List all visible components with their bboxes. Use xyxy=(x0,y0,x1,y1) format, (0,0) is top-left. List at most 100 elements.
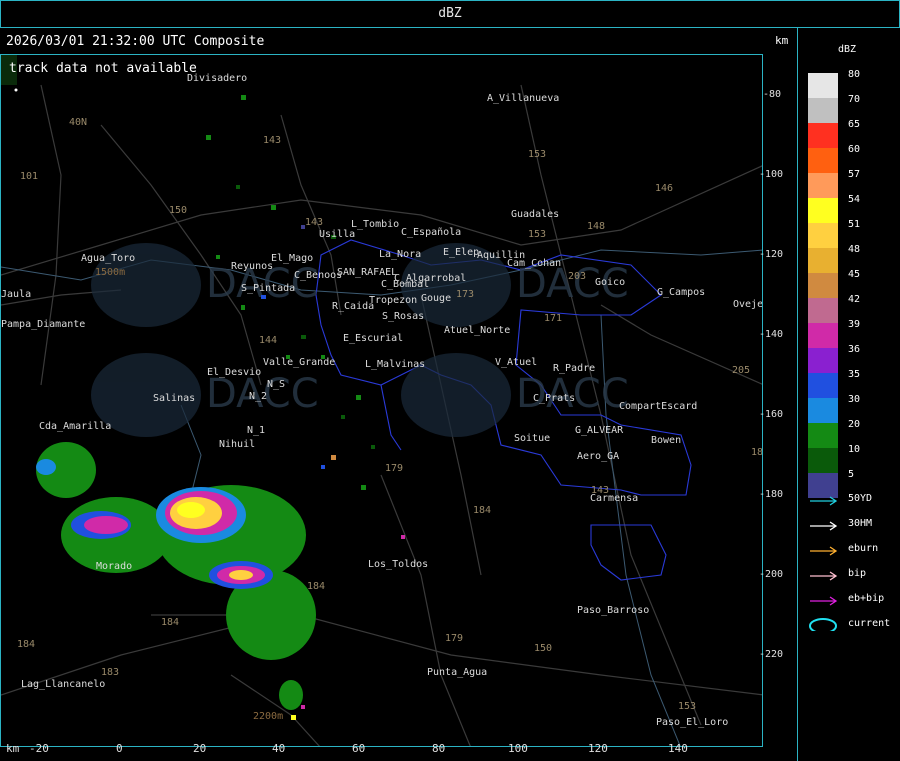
road-number: 203 xyxy=(568,271,587,282)
legend-value: 45 xyxy=(848,269,861,280)
radar-map-panel: 2026/03/01 21:32:00 UTC Composite km DAC… xyxy=(0,28,798,761)
place-label: C_Prats xyxy=(533,393,576,404)
road-number: 184 xyxy=(17,639,36,650)
track-arrow-icon xyxy=(810,546,838,556)
road-number: 153 xyxy=(678,701,697,712)
legend-swatch xyxy=(808,148,838,173)
place-label: Agua_Toro xyxy=(81,253,136,264)
legend-value: 42 xyxy=(848,294,861,305)
place-label: C_Bombal xyxy=(381,279,430,290)
track-arrow-icon xyxy=(810,571,838,581)
track-arrow-icon xyxy=(810,521,838,531)
place-label: Gouge xyxy=(421,293,452,304)
road-number: 150 xyxy=(534,643,553,654)
legend-value: 57 xyxy=(848,169,861,180)
road-number: 148 xyxy=(587,221,606,232)
km-bottom-label: km xyxy=(6,742,20,755)
road-number: 184 xyxy=(161,617,180,628)
radar-plot-area[interactable]: DACC DACC DACC DACC Divisadero A_Villanu… xyxy=(0,54,763,747)
road-number: 184 xyxy=(473,505,492,516)
x-axis-tick: 60 xyxy=(352,742,366,755)
place-label: Soitue xyxy=(514,433,551,444)
legend-swatch xyxy=(808,123,838,148)
legend-swatch xyxy=(808,273,838,298)
legend-unit: dBZ xyxy=(838,44,857,55)
y-axis-tick: -200 xyxy=(759,569,784,580)
x-axis-tick: 40 xyxy=(272,742,286,755)
road-number: 143 xyxy=(591,485,610,496)
track-label: current xyxy=(848,618,891,629)
legend-value: 39 xyxy=(848,319,861,330)
legend-value: 10 xyxy=(848,444,861,455)
legend-swatch xyxy=(808,98,838,123)
legend-value: 51 xyxy=(848,219,861,230)
place-label: Usilla xyxy=(319,229,356,240)
place-label: R_Caida xyxy=(332,301,375,312)
track-label: eb+bip xyxy=(848,593,885,604)
place-label: Punta_Agua xyxy=(427,667,488,678)
place-label: V_Atuel xyxy=(495,357,538,368)
track-label: 30HM xyxy=(848,518,873,529)
legend-swatch xyxy=(808,348,838,373)
place-label: Goico xyxy=(595,277,626,288)
legend-value: 36 xyxy=(848,344,861,355)
legend-value: 80 xyxy=(848,69,861,80)
track-label: bip xyxy=(848,568,867,579)
legend-value: 60 xyxy=(848,144,861,155)
y-axis-tick: -100 xyxy=(759,169,784,180)
place-label: Morado xyxy=(96,561,133,572)
legend-swatch xyxy=(808,198,838,223)
road-number: 179 xyxy=(385,463,404,474)
place-label: 1500m xyxy=(95,267,126,278)
legend-swatch xyxy=(808,223,838,248)
x-axis-tick: 20 xyxy=(193,742,207,755)
title-bar: dBZ xyxy=(0,0,900,28)
place-label: R_Padre xyxy=(553,363,596,374)
place-label: L_Tombio xyxy=(351,219,400,230)
road-number: 150 xyxy=(169,205,188,216)
place-label: E_Escurial xyxy=(343,333,404,344)
road-number: 101 xyxy=(20,171,39,182)
place-label: C_Española xyxy=(401,227,462,238)
legend-swatch xyxy=(808,323,838,348)
place-label: Los_Toldos xyxy=(368,559,429,570)
track-status-message: track data not available xyxy=(9,61,197,76)
place-label: C_Benoos xyxy=(294,270,343,281)
legend-value: 5 xyxy=(848,469,855,480)
road-number: 153 xyxy=(528,149,547,160)
place-label: Atuel_Norte xyxy=(444,325,511,336)
place-label: Paso_Barroso xyxy=(577,605,650,616)
place-label: N_S xyxy=(267,379,286,390)
track-arrow-icon xyxy=(810,496,838,506)
place-label: G_Campos xyxy=(657,287,706,298)
y-axis-tick: -220 xyxy=(759,649,784,660)
place-label: CompartEscard xyxy=(619,401,698,412)
legend-swatch xyxy=(808,298,838,323)
place-label: La_Nora xyxy=(379,249,422,260)
road-number: 153 xyxy=(528,229,547,240)
place-label: Bowen xyxy=(651,435,682,446)
place-label: N_1 xyxy=(247,425,266,436)
legend-swatch xyxy=(808,398,838,423)
timestamp-label: 2026/03/01 21:32:00 UTC Composite xyxy=(6,34,265,49)
road-number: 144 xyxy=(259,335,278,346)
place-label: Aero_GA xyxy=(577,451,620,462)
place-label: N_2 xyxy=(249,391,268,402)
place-label: S_Rosas xyxy=(382,311,425,322)
y-axis-tick: -80 xyxy=(763,89,782,100)
legend-swatch xyxy=(808,373,838,398)
track-label: 50YD xyxy=(848,493,873,504)
place-label: A_Villanueva xyxy=(487,93,560,104)
y-axis-tick: -160 xyxy=(759,409,784,420)
x-axis-tick: 100 xyxy=(508,742,528,755)
place-label: Paso_El_Loro xyxy=(656,717,729,728)
place-label: Oveje xyxy=(733,299,763,310)
place-label: Reyunos xyxy=(231,261,274,272)
place-label: G_ALVEAR xyxy=(575,425,624,436)
road-number: 184 xyxy=(307,581,326,592)
x-axis-tick: -20 xyxy=(29,742,49,755)
place-label: SAN_RAFAEL xyxy=(337,267,398,278)
legend-value: 48 xyxy=(848,244,861,255)
road-number: 40N xyxy=(69,117,88,128)
legend-swatch xyxy=(808,173,838,198)
